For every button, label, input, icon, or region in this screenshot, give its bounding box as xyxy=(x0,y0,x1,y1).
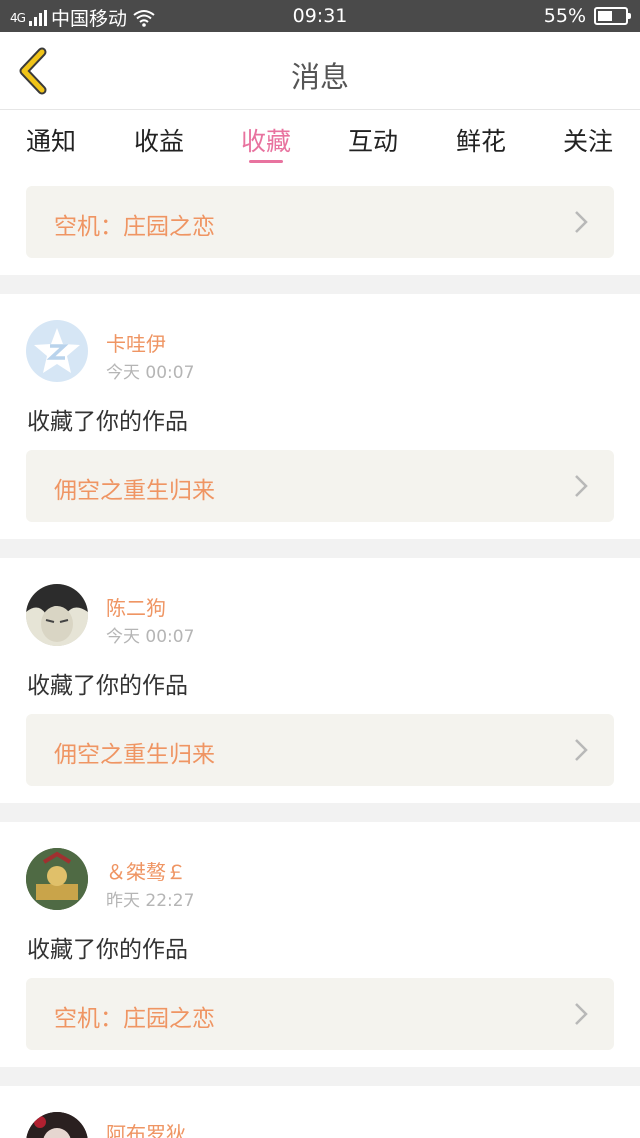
chevron-right-icon xyxy=(575,739,588,761)
action-text: 收藏了你的作品 xyxy=(27,937,188,963)
battery-fill xyxy=(598,11,613,21)
list-item: ＆桀骜￡ 昨天 22:27 收藏了你的作品 空机：庄园之恋 xyxy=(0,822,640,1067)
book-link[interactable]: 空机：庄园之恋 xyxy=(26,978,614,1050)
tab-earnings[interactable]: 收益 xyxy=(114,122,204,158)
action-text: 收藏了你的作品 xyxy=(27,409,188,435)
character-avatar-icon xyxy=(26,584,88,646)
nav-header: 消息 xyxy=(0,32,640,110)
page-title: 消息 xyxy=(290,60,349,94)
list-item: 阿布罗狄 xyxy=(0,1086,640,1138)
book-link[interactable]: 空机：庄园之恋 xyxy=(26,186,614,258)
action-text: 收藏了你的作品 xyxy=(27,673,188,699)
game-scene-avatar-icon xyxy=(26,848,88,910)
tab-bar: 通知 收益 收藏 互动 鲜花 关注 xyxy=(0,110,640,170)
avatar[interactable] xyxy=(26,1112,88,1138)
book-title: 空机：庄园之恋 xyxy=(54,1006,215,1032)
avatar[interactable] xyxy=(26,848,88,910)
tab-follows[interactable]: 关注 xyxy=(543,122,633,158)
chevron-right-icon xyxy=(575,211,588,233)
book-title: 佣空之重生归来 xyxy=(54,478,215,504)
tab-label: 通知 xyxy=(25,127,76,156)
status-bar: 4G 中国移动 09:31 55% xyxy=(0,0,640,32)
tab-label: 互动 xyxy=(347,127,398,156)
avatar[interactable] xyxy=(26,584,88,646)
tab-interactions[interactable]: 互动 xyxy=(328,122,418,158)
chevron-right-icon xyxy=(575,1003,588,1025)
battery-percent: 55% xyxy=(543,5,586,27)
book-title: 空机：庄园之恋 xyxy=(54,214,215,240)
tab-label: 关注 xyxy=(562,127,613,156)
chevron-right-icon xyxy=(575,475,588,497)
book-link[interactable]: 佣空之重生归来 xyxy=(26,714,614,786)
username[interactable]: 阿布罗狄 xyxy=(106,1118,186,1138)
qq-avatar-icon xyxy=(34,328,80,373)
timestamp: 昨天 22:27 xyxy=(106,891,195,911)
username[interactable]: 陈二狗 xyxy=(106,592,166,621)
timestamp: 今天 00:07 xyxy=(106,627,195,647)
tab-label: 收益 xyxy=(133,127,184,156)
username[interactable]: ＆桀骜￡ xyxy=(106,856,186,885)
book-link[interactable]: 佣空之重生归来 xyxy=(26,450,614,522)
tab-notifications[interactable]: 通知 xyxy=(6,122,96,158)
tab-label: 收藏 xyxy=(240,127,291,156)
list-item: 空机：庄园之恋 xyxy=(0,170,640,275)
tab-flowers[interactable]: 鲜花 xyxy=(436,122,526,158)
tab-label: 鲜花 xyxy=(455,127,506,156)
tab-active-indicator xyxy=(249,160,283,163)
username[interactable]: 卡哇伊 xyxy=(106,328,166,357)
tab-favorites[interactable]: 收藏 xyxy=(221,122,311,163)
book-title: 佣空之重生归来 xyxy=(54,742,215,768)
avatar[interactable] xyxy=(26,320,88,382)
list-item: 陈二狗 今天 00:07 收藏了你的作品 佣空之重生归来 xyxy=(0,558,640,803)
list-item: 卡哇伊 今天 00:07 收藏了你的作品 佣空之重生归来 xyxy=(0,294,640,539)
timestamp: 今天 00:07 xyxy=(106,363,195,383)
dark-character-avatar-icon xyxy=(26,1112,88,1138)
battery-icon xyxy=(594,7,631,25)
